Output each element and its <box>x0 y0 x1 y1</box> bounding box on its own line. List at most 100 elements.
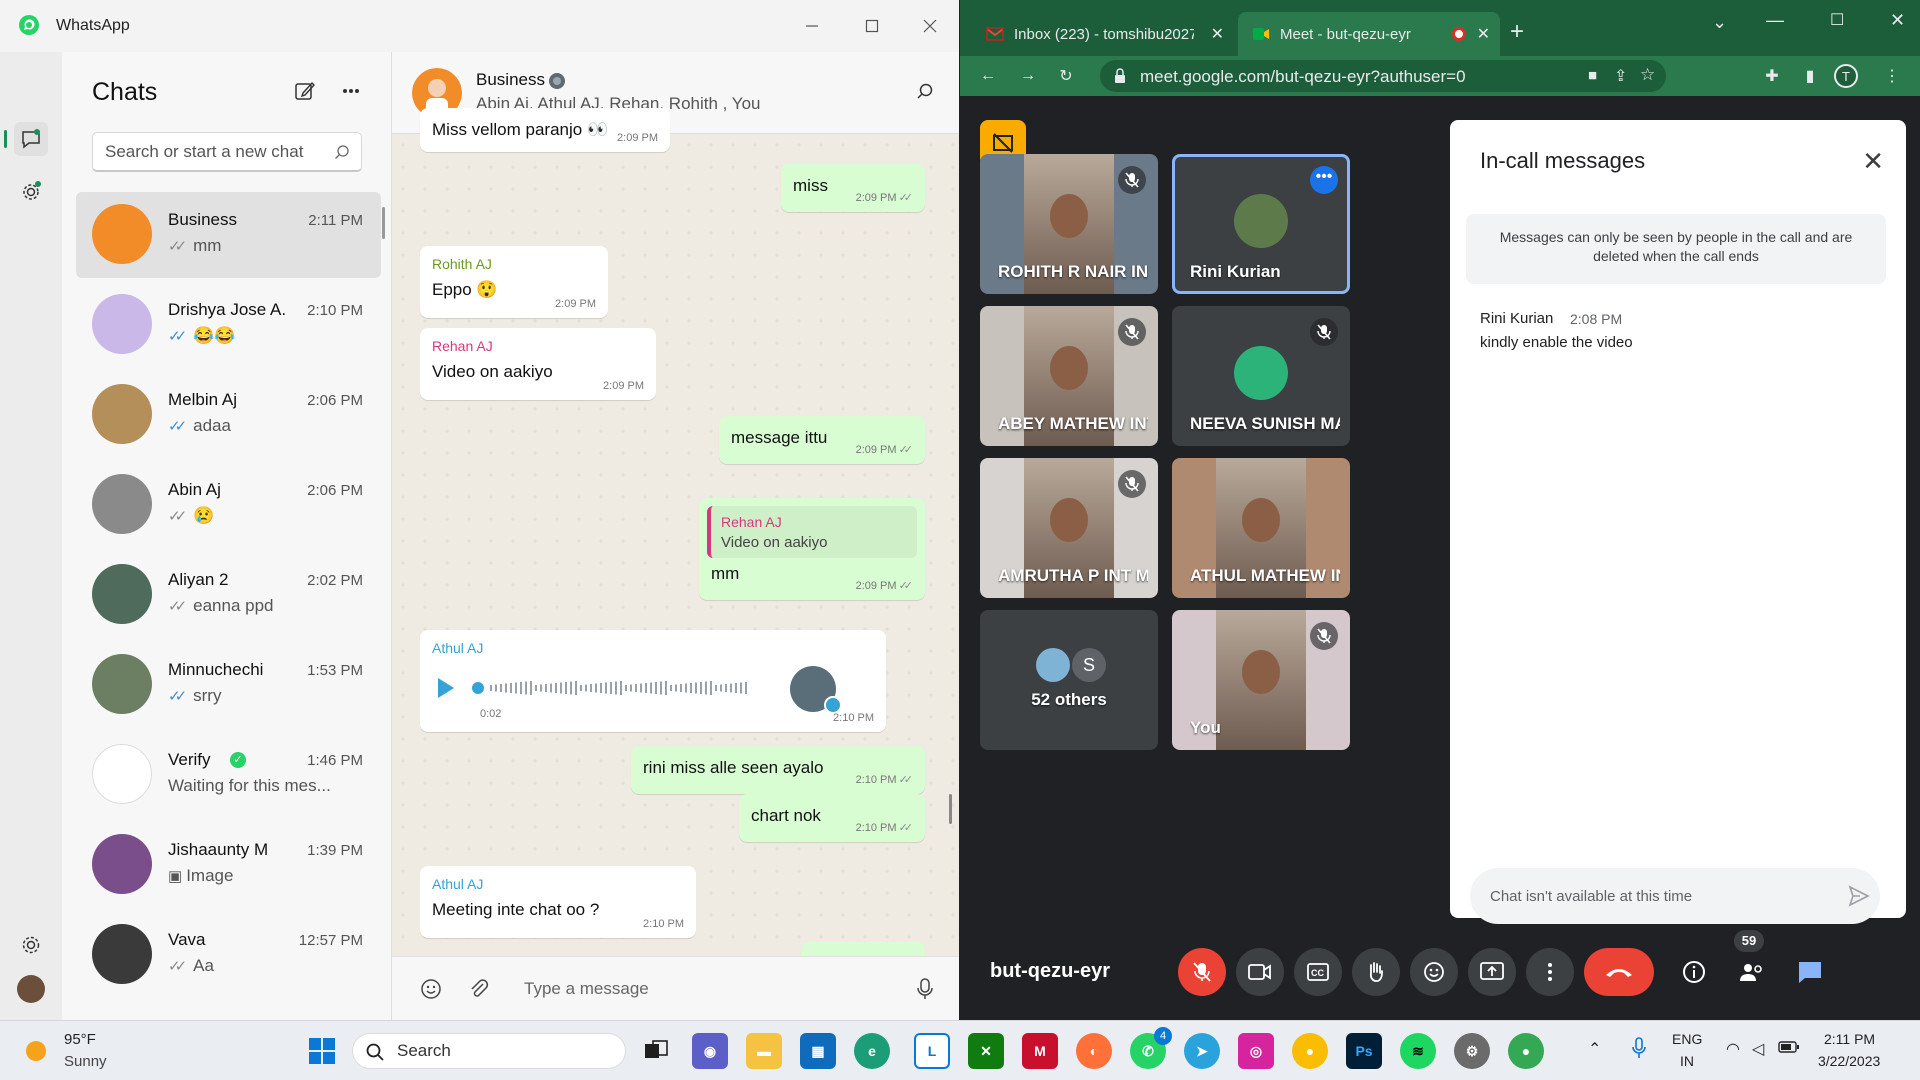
edge-icon[interactable]: e <box>854 1033 890 1069</box>
participant-tile[interactable]: NEEVA SUNISH MA... <box>1172 306 1350 446</box>
minimize-button[interactable]: — <box>1766 10 1784 31</box>
chat-avatar[interactable] <box>92 474 152 534</box>
search-messages-icon[interactable] <box>916 82 934 100</box>
participant-tile[interactable]: AMRUTHA P INT M... <box>980 458 1158 598</box>
chat-avatar[interactable] <box>92 924 152 984</box>
people-icon[interactable] <box>1728 948 1776 996</box>
close-button[interactable]: ✕ <box>1890 10 1905 31</box>
xbox-icon[interactable]: ✕ <box>968 1033 1004 1069</box>
participant-tile[interactable]: ATHUL MATHEW IN... <box>1172 458 1350 598</box>
message-bubble[interactable]: message ittu 2:09 PM ✓✓ <box>719 416 925 464</box>
new-chat-icon[interactable] <box>294 80 316 102</box>
instagram-icon[interactable]: ◎ <box>1238 1033 1274 1069</box>
emoji-icon[interactable] <box>420 978 442 1000</box>
mcafee-icon[interactable]: M <box>1022 1033 1058 1069</box>
message-bubble[interactable]: Athul AJ 0:02 2:10 PM <box>420 630 886 732</box>
meeting-details-icon[interactable] <box>1670 948 1718 996</box>
language-top[interactable]: ENG <box>1672 1031 1702 1047</box>
teams-chat-icon[interactable]: ◉ <box>692 1033 728 1069</box>
participant-options-icon[interactable]: ••• <box>1310 166 1338 194</box>
file-explorer-icon[interactable]: ▬ <box>746 1033 782 1069</box>
tab-close-icon[interactable]: ✕ <box>1211 24 1224 44</box>
messages-scrollbar[interactable] <box>949 794 952 824</box>
quoted-message[interactable]: Rehan AJ Video on aakiyo <box>707 506 917 558</box>
message-bubble[interactable]: Rehan AJ Video on aakiyo mm 2:09 PM ✓✓ <box>699 498 925 600</box>
message-bubble[interactable]: rini miss alle seen ayalo 2:10 PM ✓✓ <box>631 746 925 794</box>
chrome-profile-icon[interactable]: ● <box>1508 1033 1544 1069</box>
message-bubble[interactable]: Rehan AJ Video on aakiyo 2:09 PM <box>420 328 656 400</box>
bookmark-icon[interactable]: ☆ <box>1640 65 1655 85</box>
more-options-button[interactable] <box>1526 948 1574 996</box>
tab-gmail[interactable]: Inbox (223) - tomshibu2027@mc ✕ <box>972 12 1234 56</box>
new-tab-icon[interactable]: + <box>1510 18 1524 46</box>
tab-close-icon[interactable]: ✕ <box>1477 24 1490 44</box>
tab-meet[interactable]: Meet - but-qezu-eyr ✕ <box>1238 12 1500 56</box>
send-icon[interactable] <box>1848 885 1870 907</box>
chat-list-item[interactable]: Vava 12:57 PM ✓✓ Aa <box>76 912 381 998</box>
side-panel-icon[interactable]: ▮ <box>1798 64 1822 88</box>
microphone-icon[interactable] <box>916 977 934 1001</box>
message-input[interactable] <box>524 973 904 1005</box>
message-sender[interactable]: Rohith AJ <box>432 256 492 272</box>
tab-search-icon[interactable]: ⌄ <box>1712 12 1727 33</box>
present-button[interactable] <box>1468 948 1516 996</box>
participant-tile[interactable]: ROHITH R NAIR INT ... <box>980 154 1158 294</box>
firefox-icon[interactable]: ◐ <box>1076 1033 1112 1069</box>
chat-avatar[interactable] <box>92 204 152 264</box>
message-bubble[interactable]: Athul AJ Meeting inte chat oo ? 2:10 PM <box>420 866 696 938</box>
participant-tile[interactable]: You <box>1172 610 1350 750</box>
chat-list-item[interactable]: Aliyan 2 2:02 PM ✓✓ eanna ppd <box>76 552 381 638</box>
camera-toggle-button[interactable] <box>1236 948 1284 996</box>
clock-date[interactable]: 3/22/2023 <box>1818 1053 1880 1069</box>
chats-nav-icon[interactable] <box>14 122 48 156</box>
search-input[interactable] <box>92 132 362 172</box>
chat-list-item[interactable]: Minnuchechi 1:53 PM ✓✓ srry <box>76 642 381 728</box>
back-icon[interactable]: ← <box>976 64 1000 88</box>
mic-in-use-icon[interactable] <box>1632 1037 1646 1059</box>
menu-icon[interactable]: ⋮ <box>1880 64 1904 88</box>
chat-avatar[interactable] <box>92 654 152 714</box>
more-options-icon[interactable] <box>342 88 360 94</box>
spotify-icon[interactable]: ≋ <box>1400 1033 1436 1069</box>
task-view-icon[interactable] <box>638 1033 674 1069</box>
language-bottom[interactable]: IN <box>1680 1053 1694 1069</box>
weather-sun-icon[interactable] <box>26 1041 46 1061</box>
voice-waveform[interactable] <box>472 676 762 700</box>
chat-avatar[interactable] <box>92 744 152 804</box>
clock-time[interactable]: 2:11 PM <box>1824 1031 1875 1047</box>
chat-list-item[interactable]: Melbin Aj 2:06 PM ✓✓ adaa <box>76 372 381 458</box>
start-icon[interactable] <box>304 1033 340 1069</box>
close-button[interactable] <box>910 8 950 44</box>
message-sender[interactable]: Rehan AJ <box>432 338 493 354</box>
chrome-icon[interactable]: ● <box>1292 1033 1328 1069</box>
message-bubble[interactable]: Rohith AJ Eppo 😲 2:09 PM <box>420 246 608 318</box>
message-bubble[interactable]: Miss vellom paranjo 👀 2:09 PM <box>420 108 670 152</box>
chat-avatar[interactable] <box>92 834 152 894</box>
profile-avatar[interactable] <box>14 972 48 1006</box>
weather-temp[interactable]: 95°F <box>64 1031 96 1048</box>
chat-list-item[interactable]: Business 2:11 PM ✓✓ mm <box>76 192 381 278</box>
chat-input[interactable] <box>1470 868 1880 924</box>
weather-desc[interactable]: Sunny <box>64 1053 107 1070</box>
play-icon[interactable] <box>438 678 454 698</box>
chat-avatar[interactable] <box>92 564 152 624</box>
chat-list-scrollbar[interactable] <box>382 207 385 239</box>
message-bubble[interactable]: chart nok 2:10 PM ✓✓ <box>739 794 925 842</box>
reload-icon[interactable]: ↻ <box>1054 64 1078 88</box>
leave-call-button[interactable] <box>1584 948 1654 996</box>
chat-list-item[interactable]: Drishya Jose A. 2:10 PM ✓✓ 😂😂 <box>76 282 381 368</box>
show-hidden-icons[interactable]: ⌃ <box>1588 1039 1601 1059</box>
close-panel-icon[interactable]: ✕ <box>1862 146 1884 177</box>
microsoft-store-icon[interactable]: ▦ <box>800 1033 836 1069</box>
camera-indicator-icon[interactable]: ■ <box>1588 67 1597 84</box>
address-bar[interactable]: meet.google.com/but-qezu-eyr?authuser=0 … <box>1100 60 1666 92</box>
profile-avatar[interactable]: T <box>1834 64 1858 88</box>
settings-icon[interactable] <box>14 928 48 962</box>
maximize-button[interactable]: ☐ <box>1830 10 1844 30</box>
participant-tile[interactable]: ABEY MATHEW INT ... <box>980 306 1158 446</box>
settings-app-icon[interactable]: ⚙ <box>1454 1033 1490 1069</box>
participant-tile[interactable]: ••• Rini Kurian <box>1172 154 1350 294</box>
captions-button[interactable]: CC <box>1294 948 1342 996</box>
message-sender[interactable]: Athul AJ <box>432 640 483 656</box>
reactions-button[interactable] <box>1410 948 1458 996</box>
